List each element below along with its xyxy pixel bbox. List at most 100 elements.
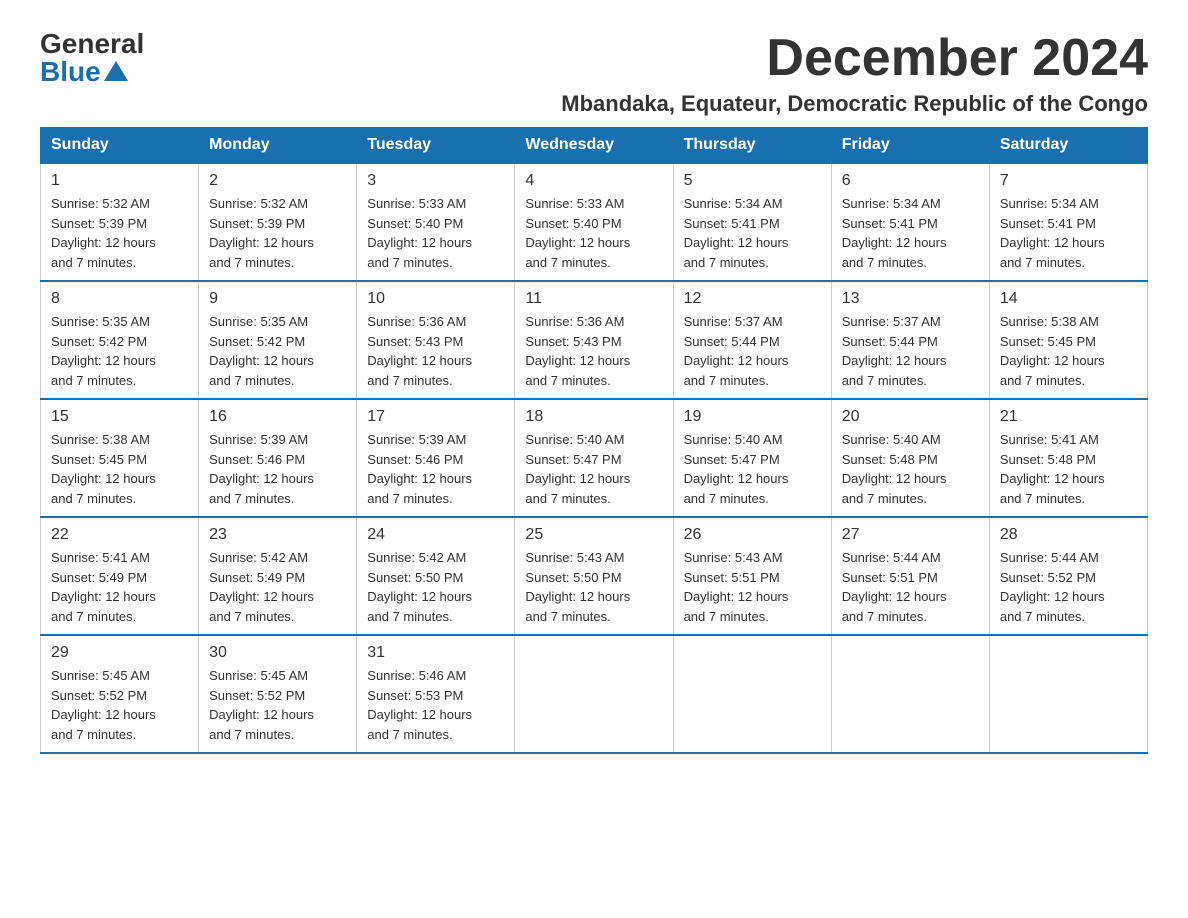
weekday-header-row: SundayMondayTuesdayWednesdayThursdayFrid… [41, 128, 1148, 164]
day-number: 18 [525, 408, 662, 426]
calendar-cell: 9 Sunrise: 5:35 AM Sunset: 5:42 PM Dayli… [199, 281, 357, 399]
calendar-cell [673, 635, 831, 753]
day-info: Sunrise: 5:45 AM Sunset: 5:52 PM Dayligh… [209, 666, 346, 744]
location-title: Mbandaka, Equateur, Democratic Republic … [561, 91, 1148, 117]
day-info: Sunrise: 5:38 AM Sunset: 5:45 PM Dayligh… [1000, 312, 1137, 390]
day-info: Sunrise: 5:40 AM Sunset: 5:47 PM Dayligh… [684, 430, 821, 508]
day-number: 20 [842, 408, 979, 426]
day-number: 11 [525, 290, 662, 308]
calendar-cell: 4 Sunrise: 5:33 AM Sunset: 5:40 PM Dayli… [515, 163, 673, 281]
calendar-cell: 2 Sunrise: 5:32 AM Sunset: 5:39 PM Dayli… [199, 163, 357, 281]
day-number: 23 [209, 526, 346, 544]
day-info: Sunrise: 5:34 AM Sunset: 5:41 PM Dayligh… [1000, 194, 1137, 272]
calendar-cell: 1 Sunrise: 5:32 AM Sunset: 5:39 PM Dayli… [41, 163, 199, 281]
calendar-cell: 24 Sunrise: 5:42 AM Sunset: 5:50 PM Dayl… [357, 517, 515, 635]
day-info: Sunrise: 5:44 AM Sunset: 5:51 PM Dayligh… [842, 548, 979, 626]
calendar-cell: 28 Sunrise: 5:44 AM Sunset: 5:52 PM Dayl… [989, 517, 1147, 635]
day-info: Sunrise: 5:36 AM Sunset: 5:43 PM Dayligh… [525, 312, 662, 390]
day-info: Sunrise: 5:33 AM Sunset: 5:40 PM Dayligh… [525, 194, 662, 272]
day-info: Sunrise: 5:42 AM Sunset: 5:50 PM Dayligh… [367, 548, 504, 626]
day-number: 21 [1000, 408, 1137, 426]
calendar-cell: 29 Sunrise: 5:45 AM Sunset: 5:52 PM Dayl… [41, 635, 199, 753]
day-info: Sunrise: 5:35 AM Sunset: 5:42 PM Dayligh… [209, 312, 346, 390]
day-info: Sunrise: 5:37 AM Sunset: 5:44 PM Dayligh… [842, 312, 979, 390]
day-number: 6 [842, 172, 979, 190]
day-number: 2 [209, 172, 346, 190]
calendar-cell: 14 Sunrise: 5:38 AM Sunset: 5:45 PM Dayl… [989, 281, 1147, 399]
calendar-cell [515, 635, 673, 753]
day-info: Sunrise: 5:45 AM Sunset: 5:52 PM Dayligh… [51, 666, 188, 744]
logo-blue-text: Blue [40, 58, 144, 86]
day-info: Sunrise: 5:43 AM Sunset: 5:51 PM Dayligh… [684, 548, 821, 626]
day-info: Sunrise: 5:43 AM Sunset: 5:50 PM Dayligh… [525, 548, 662, 626]
logo-triangle-icon [104, 61, 128, 81]
day-number: 3 [367, 172, 504, 190]
week-row-4: 22 Sunrise: 5:41 AM Sunset: 5:49 PM Dayl… [41, 517, 1148, 635]
title-area: December 2024 Mbandaka, Equateur, Democr… [561, 30, 1148, 117]
weekday-header-wednesday: Wednesday [515, 128, 673, 164]
day-number: 10 [367, 290, 504, 308]
calendar-cell: 12 Sunrise: 5:37 AM Sunset: 5:44 PM Dayl… [673, 281, 831, 399]
logo: General Blue [40, 30, 144, 86]
day-number: 7 [1000, 172, 1137, 190]
weekday-header-saturday: Saturday [989, 128, 1147, 164]
day-info: Sunrise: 5:41 AM Sunset: 5:49 PM Dayligh… [51, 548, 188, 626]
calendar-cell: 8 Sunrise: 5:35 AM Sunset: 5:42 PM Dayli… [41, 281, 199, 399]
day-info: Sunrise: 5:41 AM Sunset: 5:48 PM Dayligh… [1000, 430, 1137, 508]
calendar-cell: 26 Sunrise: 5:43 AM Sunset: 5:51 PM Dayl… [673, 517, 831, 635]
weekday-header-monday: Monday [199, 128, 357, 164]
day-info: Sunrise: 5:46 AM Sunset: 5:53 PM Dayligh… [367, 666, 504, 744]
week-row-1: 1 Sunrise: 5:32 AM Sunset: 5:39 PM Dayli… [41, 163, 1148, 281]
day-number: 14 [1000, 290, 1137, 308]
calendar-cell: 15 Sunrise: 5:38 AM Sunset: 5:45 PM Dayl… [41, 399, 199, 517]
day-number: 15 [51, 408, 188, 426]
logo-general-text: General [40, 30, 144, 58]
calendar-cell: 21 Sunrise: 5:41 AM Sunset: 5:48 PM Dayl… [989, 399, 1147, 517]
day-number: 9 [209, 290, 346, 308]
day-number: 31 [367, 644, 504, 662]
weekday-header-tuesday: Tuesday [357, 128, 515, 164]
weekday-header-thursday: Thursday [673, 128, 831, 164]
day-number: 22 [51, 526, 188, 544]
day-number: 19 [684, 408, 821, 426]
day-info: Sunrise: 5:32 AM Sunset: 5:39 PM Dayligh… [51, 194, 188, 272]
day-info: Sunrise: 5:40 AM Sunset: 5:47 PM Dayligh… [525, 430, 662, 508]
day-number: 1 [51, 172, 188, 190]
calendar-cell: 23 Sunrise: 5:42 AM Sunset: 5:49 PM Dayl… [199, 517, 357, 635]
day-info: Sunrise: 5:38 AM Sunset: 5:45 PM Dayligh… [51, 430, 188, 508]
week-row-2: 8 Sunrise: 5:35 AM Sunset: 5:42 PM Dayli… [41, 281, 1148, 399]
day-info: Sunrise: 5:44 AM Sunset: 5:52 PM Dayligh… [1000, 548, 1137, 626]
day-info: Sunrise: 5:34 AM Sunset: 5:41 PM Dayligh… [684, 194, 821, 272]
day-info: Sunrise: 5:42 AM Sunset: 5:49 PM Dayligh… [209, 548, 346, 626]
day-number: 4 [525, 172, 662, 190]
calendar-cell: 22 Sunrise: 5:41 AM Sunset: 5:49 PM Dayl… [41, 517, 199, 635]
calendar-cell: 18 Sunrise: 5:40 AM Sunset: 5:47 PM Dayl… [515, 399, 673, 517]
calendar-cell: 20 Sunrise: 5:40 AM Sunset: 5:48 PM Dayl… [831, 399, 989, 517]
day-info: Sunrise: 5:39 AM Sunset: 5:46 PM Dayligh… [209, 430, 346, 508]
day-info: Sunrise: 5:32 AM Sunset: 5:39 PM Dayligh… [209, 194, 346, 272]
weekday-header-sunday: Sunday [41, 128, 199, 164]
calendar-cell: 6 Sunrise: 5:34 AM Sunset: 5:41 PM Dayli… [831, 163, 989, 281]
calendar-cell [831, 635, 989, 753]
calendar-cell: 5 Sunrise: 5:34 AM Sunset: 5:41 PM Dayli… [673, 163, 831, 281]
day-number: 27 [842, 526, 979, 544]
day-info: Sunrise: 5:35 AM Sunset: 5:42 PM Dayligh… [51, 312, 188, 390]
day-number: 26 [684, 526, 821, 544]
day-number: 16 [209, 408, 346, 426]
day-number: 13 [842, 290, 979, 308]
week-row-5: 29 Sunrise: 5:45 AM Sunset: 5:52 PM Dayl… [41, 635, 1148, 753]
calendar-cell: 16 Sunrise: 5:39 AM Sunset: 5:46 PM Dayl… [199, 399, 357, 517]
calendar-cell: 19 Sunrise: 5:40 AM Sunset: 5:47 PM Dayl… [673, 399, 831, 517]
day-number: 24 [367, 526, 504, 544]
day-number: 25 [525, 526, 662, 544]
page-header: General Blue December 2024 Mbandaka, Equ… [40, 30, 1148, 117]
calendar-cell: 10 Sunrise: 5:36 AM Sunset: 5:43 PM Dayl… [357, 281, 515, 399]
day-number: 12 [684, 290, 821, 308]
calendar-table: SundayMondayTuesdayWednesdayThursdayFrid… [40, 127, 1148, 754]
calendar-cell: 31 Sunrise: 5:46 AM Sunset: 5:53 PM Dayl… [357, 635, 515, 753]
calendar-cell: 3 Sunrise: 5:33 AM Sunset: 5:40 PM Dayli… [357, 163, 515, 281]
calendar-cell: 27 Sunrise: 5:44 AM Sunset: 5:51 PM Dayl… [831, 517, 989, 635]
month-title: December 2024 [561, 30, 1148, 87]
day-number: 28 [1000, 526, 1137, 544]
day-number: 17 [367, 408, 504, 426]
